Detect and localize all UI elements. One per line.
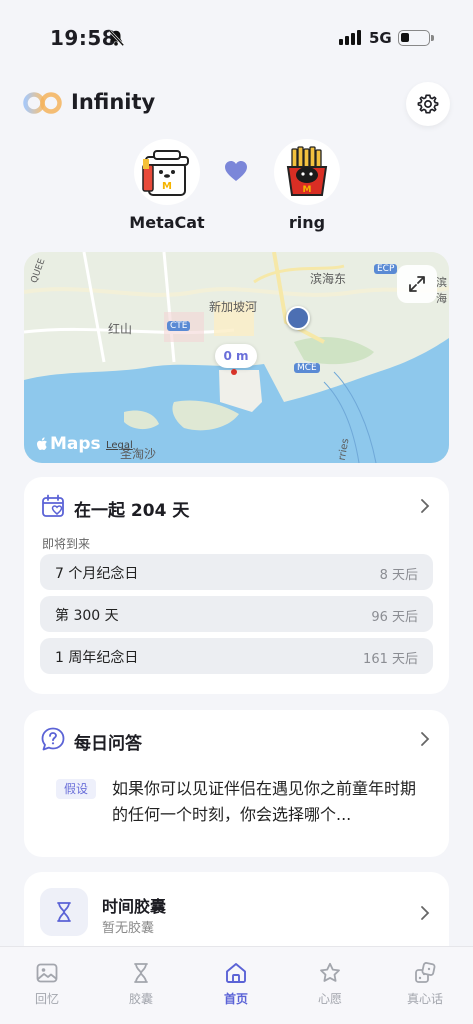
partner-a-name: MetaCat — [129, 213, 205, 232]
tab-wishes[interactable]: 心愿 — [294, 961, 366, 1011]
fries-avatar-icon: M — [286, 146, 328, 196]
time-capsule-title: 时间胶囊 — [102, 897, 167, 916]
coffee-cup-avatar-icon: M — [142, 150, 189, 196]
map-label-marina: 滨海 — [436, 276, 447, 305]
daily-qa-title: 每日问答 — [74, 734, 142, 754]
daily-question-text: 如果你可以见证伴侣在遇见你之前童年时期的任何一个时刻，你会选择哪个... — [112, 779, 417, 824]
heart-icon — [225, 161, 247, 181]
expand-icon — [409, 276, 425, 292]
daily-qa-card[interactable]: 每日问答 假设 如果你可以见证伴侣在遇见你之前童年时期的任何一个时刻，你会选择哪… — [24, 710, 449, 857]
question-bubble-icon — [41, 727, 65, 751]
list-item[interactable]: 第 300 天 96 天后 — [40, 596, 433, 632]
image-icon — [36, 963, 58, 983]
avatar-partner-a[interactable]: M — [134, 139, 200, 205]
gear-icon — [417, 94, 439, 114]
status-bar: 19:58 5G — [0, 0, 473, 72]
home-icon — [226, 963, 246, 983]
tab-memories[interactable]: 回忆 — [11, 961, 83, 1011]
tab-truth[interactable]: 真心话 — [389, 961, 461, 1011]
question-category-tag: 假设 — [56, 779, 97, 799]
svg-text:M: M — [162, 181, 172, 192]
legal-link[interactable]: Legal — [106, 440, 133, 451]
apple-icon — [37, 437, 47, 450]
location-map[interactable]: 滨海东 新加坡河 红山 圣淘沙 ECP CTE MCE QUEE rries 滨… — [24, 252, 449, 463]
anniversary-label: 7 个月纪念日 — [55, 566, 139, 582]
hourglass-icon — [57, 902, 71, 922]
bell-off-icon — [108, 29, 125, 47]
infinity-logo-icon — [23, 92, 62, 114]
avatar-partner-b[interactable]: M — [274, 139, 340, 205]
tab-capsule[interactable]: 胶囊 — [105, 961, 177, 1011]
hourglass-icon — [134, 963, 148, 983]
together-days-title: 在一起 204 天 — [74, 501, 190, 521]
partner-b-name: ring — [288, 213, 326, 232]
tab-label: 心愿 — [317, 992, 342, 1006]
settings-button[interactable] — [406, 82, 450, 126]
list-item[interactable]: 7 个月纪念日 8 天后 — [40, 554, 433, 590]
tab-label: 真心话 — [406, 992, 443, 1006]
network-type: 5G — [369, 29, 392, 47]
tab-home[interactable]: 首页 — [200, 961, 272, 1011]
anniversary-label: 1 周年纪念日 — [55, 650, 139, 666]
together-card[interactable]: 在一起 204 天 即将到来 7 个月纪念日 8 天后 第 300 天 96 天… — [24, 477, 449, 694]
capsule-icon-box — [40, 888, 88, 936]
cellular-signal-icon — [339, 30, 361, 45]
map-label-singapore-river: 新加坡河 — [209, 300, 258, 314]
tab-label: 胶囊 — [128, 992, 153, 1006]
expand-map-button[interactable] — [397, 265, 437, 303]
dice-icon — [415, 962, 436, 983]
star-icon — [320, 962, 340, 982]
anniversary-countdown: 161 天后 — [363, 652, 418, 667]
map-label-ecp: ECP — [374, 264, 398, 274]
map-label-cte: CTE — [167, 321, 191, 331]
anniversary-countdown: 96 天后 — [371, 610, 418, 625]
distance-badge: 0 m — [215, 344, 257, 368]
location-pin[interactable] — [286, 306, 310, 330]
anniversary-countdown: 8 天后 — [379, 568, 418, 583]
map-label-redhill: 红山 — [108, 322, 133, 336]
apple-maps-brand: Maps — [36, 434, 101, 454]
svg-text:M: M — [303, 185, 312, 195]
list-item[interactable]: 1 周年纪念日 161 天后 — [40, 638, 433, 674]
tab-label: 回忆 — [34, 992, 59, 1006]
map-label-marina-east: 滨海东 — [310, 272, 347, 286]
battery-icon — [398, 30, 434, 46]
chevron-right-icon[interactable] — [419, 904, 431, 922]
bottom-tab-bar: 回忆 胶囊 首页 心愿 真心话 — [0, 946, 473, 1024]
tab-label: 首页 — [223, 992, 248, 1006]
maps-brand-text: Maps — [50, 434, 101, 454]
chevron-right-icon[interactable] — [419, 730, 431, 748]
app-title: Infinity — [71, 90, 156, 114]
time-capsule-subtitle: 暂无胶囊 — [102, 921, 155, 936]
upcoming-label: 即将到来 — [42, 537, 91, 551]
chevron-right-icon[interactable] — [419, 497, 431, 515]
map-label-mce: MCE — [294, 363, 320, 373]
calendar-heart-icon — [42, 494, 64, 517]
anniversary-label: 第 300 天 — [55, 608, 119, 624]
